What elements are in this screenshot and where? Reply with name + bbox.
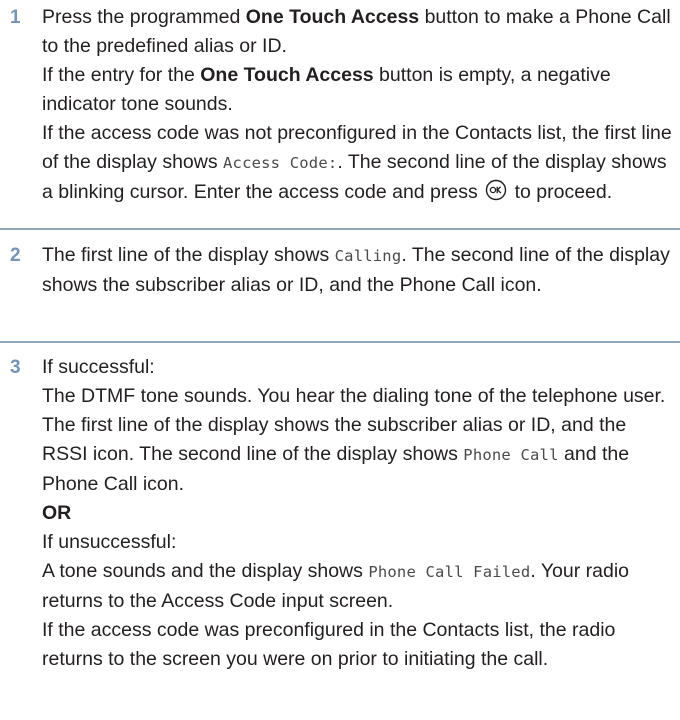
step-divider	[0, 341, 680, 343]
one-touch-access-label: One Touch Access	[245, 6, 420, 28]
failure-paragraph: A tone sounds and the display shows Phon…	[42, 557, 676, 616]
or-label: OR	[42, 502, 72, 524]
if-unsuccessful-label: If unsuccessful:	[42, 531, 177, 553]
step-number: 3	[10, 357, 21, 378]
text-run: If the entry for the	[42, 64, 201, 86]
if-successful-label: If successful:	[42, 356, 155, 378]
text-run: to proceed.	[509, 181, 613, 203]
display-text-access-code: Access Code:	[223, 154, 338, 172]
display-text-phone-call-failed: Phone Call Failed	[368, 563, 531, 581]
text-run: The first line of the display shows	[42, 244, 335, 266]
step-content: The first line of the display shows Call…	[42, 241, 676, 300]
step-divider	[0, 228, 680, 230]
step-content: Press the programmed One Touch Access bu…	[42, 3, 676, 210]
text-run: A tone sounds and the display shows	[42, 560, 369, 582]
step-2-paragraph-1: The first line of the display shows Call…	[42, 241, 676, 300]
success-paragraph: The DTMF tone sounds. You hear the diali…	[42, 382, 676, 499]
display-text-phone-call: Phone Call	[463, 446, 559, 464]
step-1-paragraph-3: If the access code was not preconfigured…	[42, 119, 676, 210]
display-text-calling: Calling	[334, 247, 402, 265]
step-1-paragraph-1: Press the programmed One Touch Access bu…	[42, 3, 676, 61]
failure-paragraph-2: If the access code was preconfigured in …	[42, 619, 616, 670]
step-number: 1	[10, 7, 21, 28]
step-2: 2 The first line of the display shows Ca…	[0, 241, 680, 300]
step-number: 2	[10, 245, 21, 266]
step-1: 1 Press the programmed One Touch Access …	[0, 3, 680, 210]
step-3: 3 If successful: The DTMF tone sounds. Y…	[0, 353, 680, 674]
text-run: Press the programmed	[42, 6, 246, 28]
step-1-paragraph-2: If the entry for the One Touch Access bu…	[42, 61, 676, 119]
procedure-page: 1 Press the programmed One Touch Access …	[0, 0, 680, 720]
one-touch-access-label: One Touch Access	[200, 64, 374, 86]
ok-button-icon	[485, 179, 507, 210]
step-content: If successful: The DTMF tone sounds. You…	[42, 353, 676, 674]
